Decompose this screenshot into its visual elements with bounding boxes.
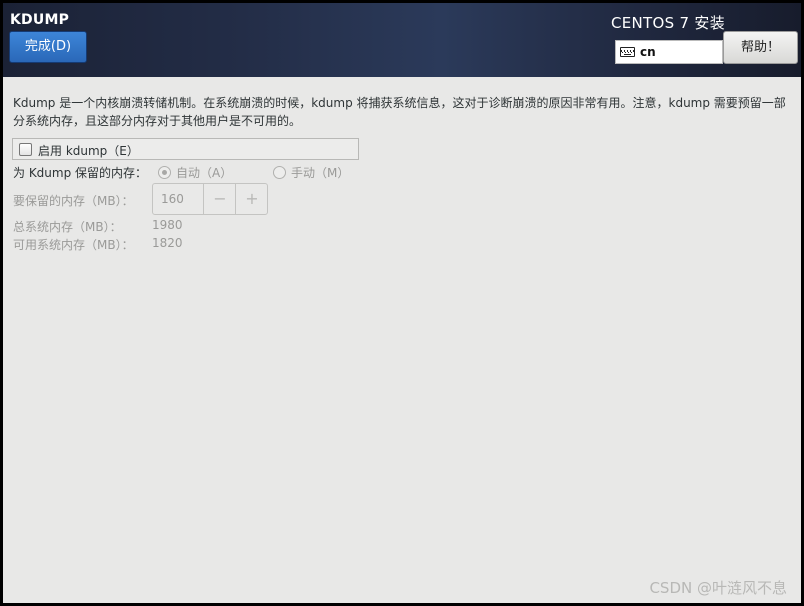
memory-reserved-value[interactable]: 160 bbox=[161, 192, 184, 206]
total-memory-value: 1980 bbox=[152, 218, 183, 232]
enable-kdump-checkbox-row[interactable]: 启用 kdump（E） bbox=[12, 138, 359, 160]
watermark: CSDN @叶涟风不息 bbox=[649, 579, 787, 597]
keyboard-icon bbox=[620, 47, 635, 57]
kdump-description: Kdump 是一个内核崩溃转储机制。在系统崩溃的时候，kdump 将捕获系统信息… bbox=[13, 96, 786, 128]
available-memory-value: 1820 bbox=[152, 236, 183, 250]
page-title: KDUMP bbox=[10, 12, 70, 28]
memory-reserved-spinbox[interactable]: 160 − + bbox=[152, 183, 268, 215]
kdump-window: KDUMP 完成(D) CENTOS 7 安装 cn 帮助！ Kdump 是一个… bbox=[3, 3, 801, 603]
decrease-button[interactable]: − bbox=[203, 184, 236, 214]
manual-radio-label[interactable]: 手动（M） bbox=[291, 164, 349, 181]
auto-radio-label[interactable]: 自动（A） bbox=[176, 164, 232, 181]
help-button[interactable]: 帮助！ bbox=[723, 31, 798, 64]
reserve-memory-label: 为 Kdump 保留的内存： bbox=[13, 166, 148, 180]
product-title: CENTOS 7 安装 bbox=[610, 14, 725, 32]
total-memory-label: 总系统内存（MB）： bbox=[13, 220, 122, 234]
auto-radio[interactable] bbox=[158, 166, 171, 179]
keyboard-layout-indicator[interactable]: cn bbox=[615, 40, 723, 64]
memory-reserved-label: 要保留的内存（MB）： bbox=[13, 194, 134, 208]
keyboard-layout-label: cn bbox=[640, 45, 656, 59]
manual-radio[interactable] bbox=[273, 166, 286, 179]
enable-kdump-checkbox[interactable] bbox=[19, 143, 32, 156]
header-bar: KDUMP 完成(D) CENTOS 7 安装 cn 帮助！ bbox=[3, 3, 801, 77]
enable-kdump-label[interactable]: 启用 kdump（E） bbox=[38, 142, 139, 159]
increase-button[interactable]: + bbox=[235, 184, 268, 214]
done-button[interactable]: 完成(D) bbox=[9, 31, 87, 63]
available-memory-label: 可用系统内存（MB）： bbox=[13, 238, 134, 252]
